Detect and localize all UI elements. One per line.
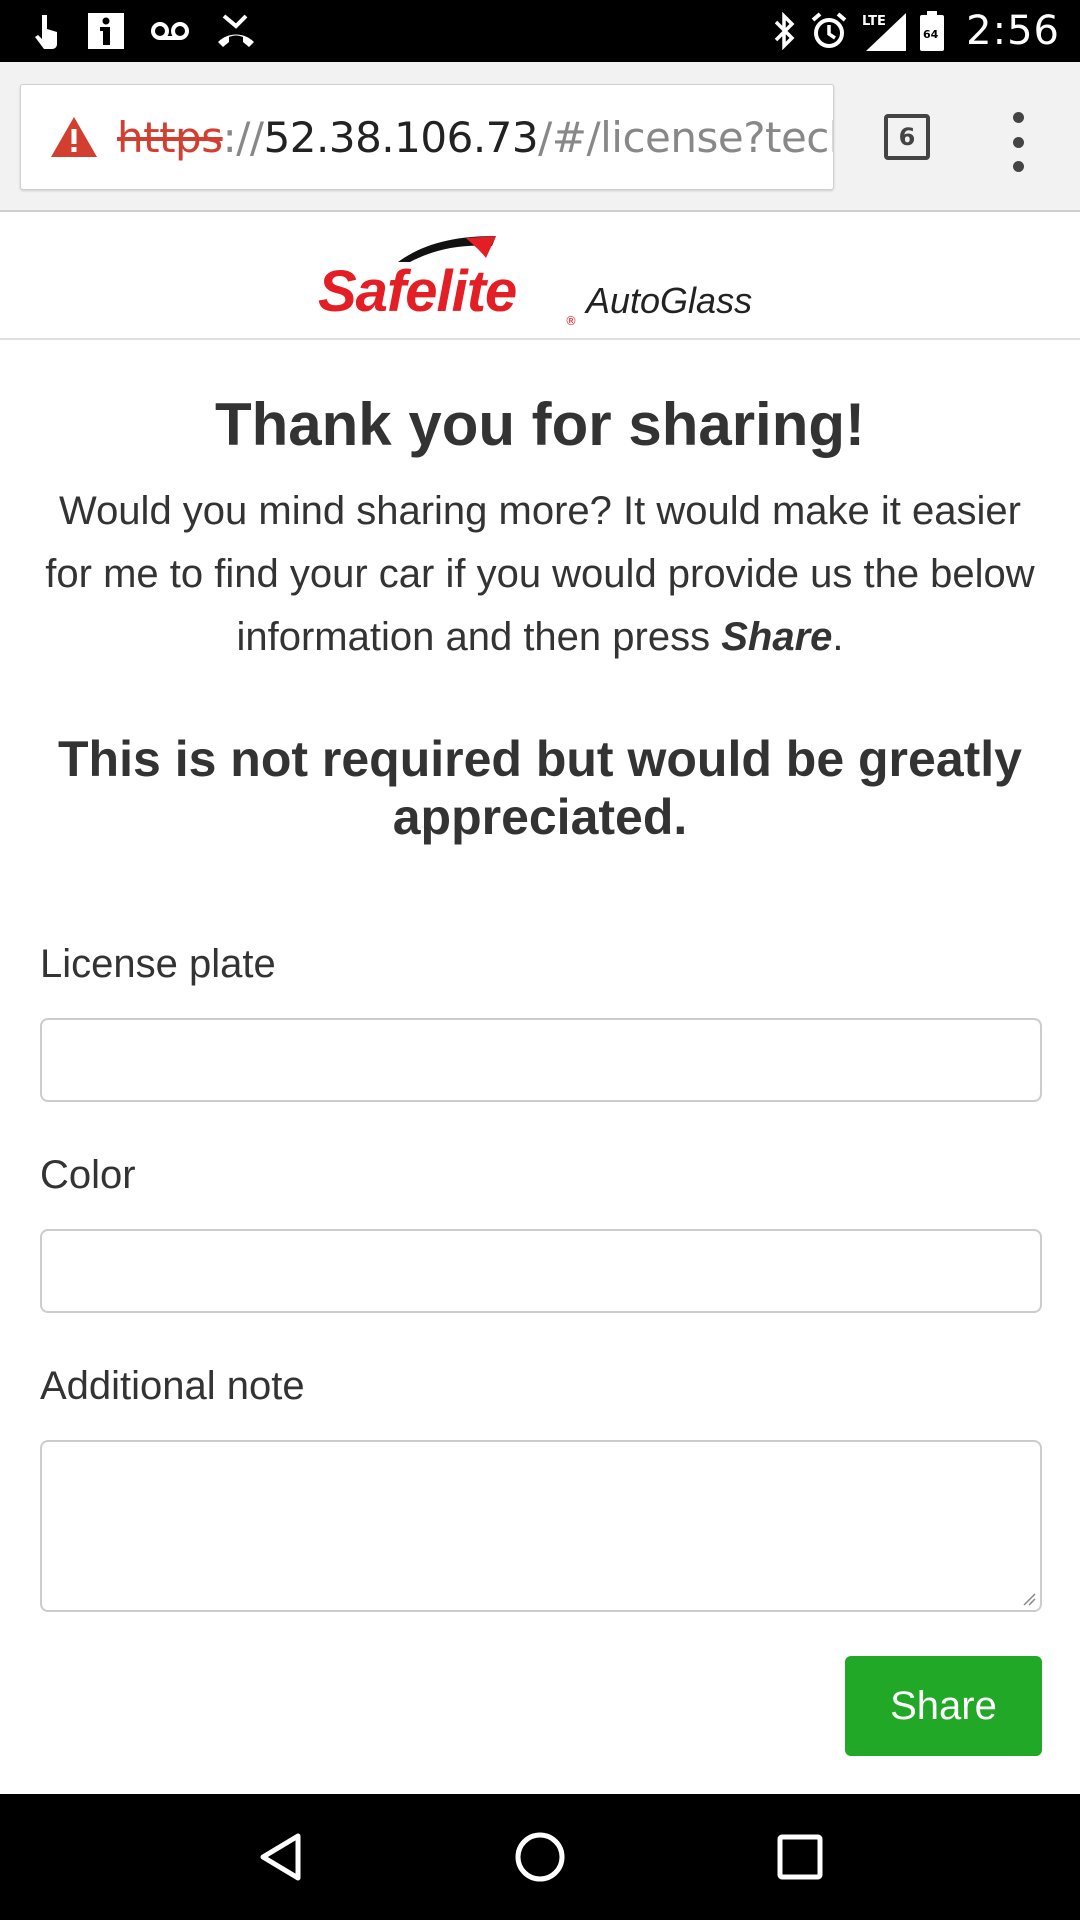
voicemail-icon <box>150 21 190 41</box>
site-header: Safelite ® AutoGlass <box>0 212 1080 340</box>
intro-share-emphasis: Share <box>721 615 833 659</box>
safelite-logo: Safelite ® AutoGlass <box>318 234 768 334</box>
bluetooth-icon <box>772 12 796 50</box>
menu-dot <box>1012 161 1024 172</box>
not-required-notice: This is not required but would be greatl… <box>58 731 1022 845</box>
url-separator: :// <box>222 112 264 162</box>
alarm-icon <box>810 12 848 50</box>
additional-note-label: Additional note <box>40 1364 305 1408</box>
battery-icon: 64 <box>920 11 945 51</box>
page-title: Thank you for sharing! <box>214 391 866 458</box>
url-host: 52.38.106.73 <box>263 112 539 162</box>
additional-note-textarea[interactable] <box>40 1440 1042 1612</box>
warning-icon[interactable] <box>49 115 99 159</box>
menu-dot <box>1012 112 1024 123</box>
color-label: Color <box>40 1153 136 1197</box>
intro-text-end: . <box>832 615 844 659</box>
svg-text:64: 64 <box>923 28 939 41</box>
license-plate-label: License plate <box>40 942 276 986</box>
svg-text:LTE: LTE <box>862 14 886 29</box>
navigation-bar <box>0 1794 1080 1920</box>
touch-icon <box>32 13 62 49</box>
url-path: /#/license?techF <box>538 112 833 162</box>
recents-icon[interactable] <box>760 1817 840 1897</box>
home-icon[interactable] <box>500 1817 580 1897</box>
browser-toolbar: https://52.38.106.73/#/license?techF 6 <box>0 62 1080 212</box>
status-bar: LTE 64 2:56 <box>0 0 1080 62</box>
intro-text: Would you mind sharing more? It would ma… <box>40 480 1040 669</box>
menu-dot <box>1012 136 1024 148</box>
url-text[interactable]: https://52.38.106.73/#/license?techF <box>117 112 833 162</box>
intro-text-main: Would you mind sharing more? It would ma… <box>45 489 1035 659</box>
color-input[interactable] <box>40 1229 1042 1313</box>
url-bar[interactable]: https://52.38.106.73/#/license?techF <box>20 84 834 190</box>
missed-call-icon <box>216 14 256 48</box>
logo-brand: Safelite <box>318 259 517 324</box>
tab-switcher-button[interactable]: 6 <box>884 114 930 160</box>
resize-grip-icon[interactable] <box>1022 1592 1036 1606</box>
logo-registered-mark: ® <box>565 314 577 328</box>
share-button[interactable]: Share <box>845 1656 1042 1756</box>
overflow-menu-button[interactable] <box>1000 112 1036 172</box>
url-scheme: https <box>117 112 223 162</box>
lte-signal-icon: LTE <box>862 11 907 51</box>
status-time: 2:56 <box>966 8 1060 54</box>
back-icon[interactable] <box>240 1817 320 1897</box>
info-icon <box>88 13 124 49</box>
logo-suffix: AutoGlass <box>586 280 753 321</box>
license-plate-input[interactable] <box>40 1018 1042 1102</box>
